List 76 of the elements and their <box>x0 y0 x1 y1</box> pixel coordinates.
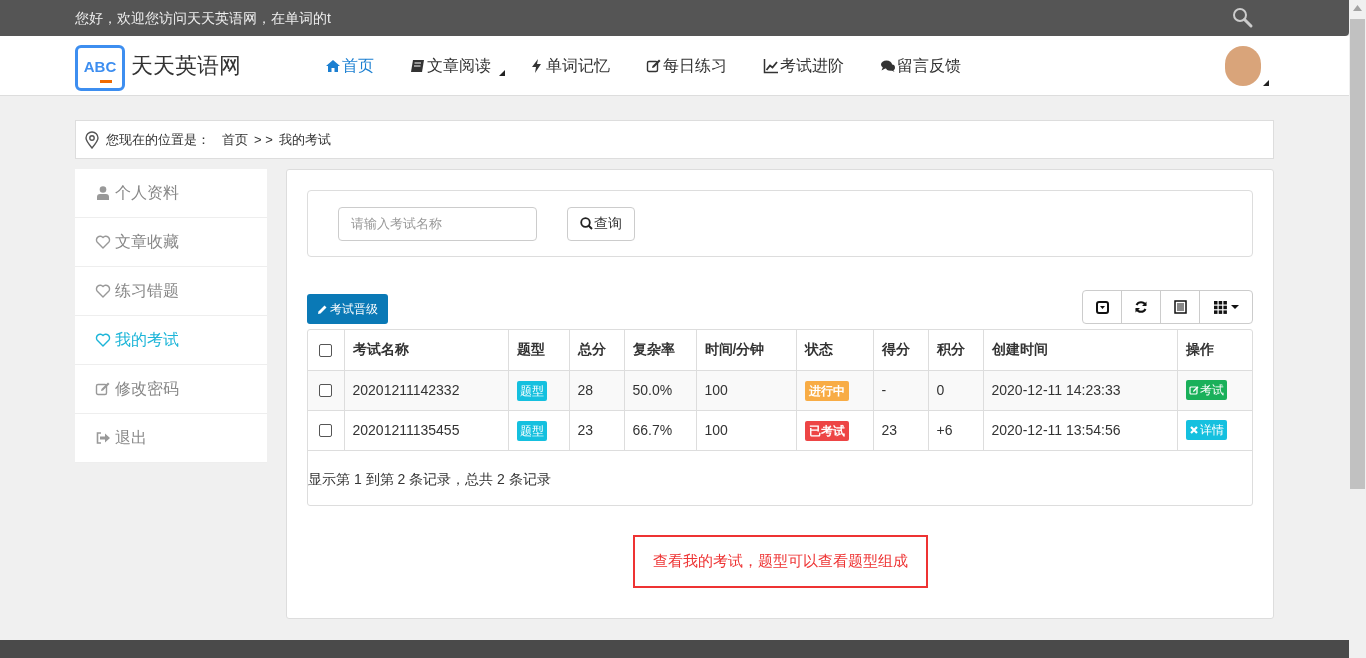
table-cell: 0 <box>928 370 983 410</box>
refresh-icon <box>1134 300 1148 314</box>
edit-icon <box>1188 384 1199 395</box>
column-header: 得分 <box>873 330 928 370</box>
heart-icon <box>95 283 111 299</box>
exam-button[interactable]: 考试 <box>1185 379 1227 400</box>
sidebar-item[interactable]: 个人资料 <box>75 169 267 218</box>
column-header: 时间/分钟 <box>696 330 796 370</box>
grid-icon <box>1213 300 1227 314</box>
location-pin-icon <box>84 130 100 149</box>
annotation-note: 查看我的考试，题型可以查看题型组成 <box>632 535 928 588</box>
column-header: 题型 <box>508 330 569 370</box>
caret-icon <box>1230 305 1239 309</box>
checkbox[interactable] <box>319 384 333 398</box>
logo-icon: ABC <box>75 44 125 91</box>
nav-link[interactable]: 留言反馈 <box>880 53 973 78</box>
table-cell: 20201211135455 <box>344 410 508 450</box>
close-icon <box>1188 424 1199 435</box>
table-cell: 66.7% <box>624 410 696 450</box>
status-badge: 已考试 <box>804 420 849 441</box>
nav-link[interactable]: 考试进阶 <box>763 53 856 78</box>
table-cell: 2020-12-11 14:23:33 <box>983 370 1177 410</box>
column-header: 积分 <box>928 330 983 370</box>
table-cell: 28 <box>569 370 624 410</box>
square-caret-icon <box>1095 300 1109 314</box>
table-cell: 2020-12-11 13:54:56 <box>983 410 1177 450</box>
upgrade-button[interactable]: 考试晋级 <box>307 294 388 324</box>
column-header: 状态 <box>796 330 873 370</box>
sidebar-item[interactable]: 我的考试 <box>75 316 267 365</box>
user-icon <box>95 185 111 201</box>
home-icon <box>325 57 341 74</box>
book-icon <box>410 57 426 74</box>
checkbox[interactable] <box>319 424 333 438</box>
line-chart-icon <box>763 57 779 74</box>
breadcrumb-label: 您现在的位置是： <box>106 130 210 149</box>
column-header: 复杂率 <box>624 330 696 370</box>
sign-out-icon <box>95 430 111 446</box>
welcome-text: 您好，欢迎您访问天天英语网，在单词的t <box>75 8 331 28</box>
caret-icon[interactable] <box>1263 79 1269 86</box>
edit-icon <box>95 381 111 397</box>
sidebar-item[interactable]: 退出 <box>75 414 267 463</box>
column-header: 考试名称 <box>344 330 508 370</box>
pencil-icon <box>317 303 328 315</box>
table-cell: 23 <box>569 410 624 450</box>
column-header: 创建时间 <box>983 330 1177 370</box>
heart-icon <box>95 234 111 250</box>
checkbox[interactable] <box>319 344 333 358</box>
search-button[interactable]: 查询 <box>567 206 635 241</box>
list-icon <box>1173 300 1187 314</box>
nav-link[interactable]: 首页 <box>325 53 386 78</box>
nav-link[interactable]: 单词记忆 <box>529 53 622 78</box>
table-cell: 50.0% <box>624 370 696 410</box>
search-field[interactable]: 请输入考试名称 <box>338 206 537 241</box>
breadcrumb-current: 我的考试 <box>278 130 331 149</box>
table-cell: - <box>873 370 928 410</box>
sidebar-item[interactable]: 文章收藏 <box>75 218 267 267</box>
heart-icon <box>95 332 111 348</box>
table-cell: +6 <box>928 410 983 450</box>
nav-link[interactable]: 每日练习 <box>646 53 739 78</box>
table-cell: 100 <box>696 410 796 450</box>
sidebar-item[interactable]: 修改密码 <box>75 365 267 414</box>
breadcrumb-link[interactable]: 首页 <box>222 129 248 150</box>
breadcrumb-separator: > > <box>254 130 273 149</box>
site-title[interactable]: 天天英语网 <box>131 49 241 82</box>
table-cell: 20201211142332 <box>344 370 508 410</box>
column-header: 总分 <box>569 330 624 370</box>
table-cell: 23 <box>873 410 928 450</box>
nav-link[interactable]: 文章阅读 <box>410 53 503 78</box>
search-icon <box>580 217 593 230</box>
table-cell: 100 <box>696 370 796 410</box>
status-badge: 进行中 <box>804 380 849 401</box>
search-icon[interactable] <box>1232 7 1254 29</box>
column-header: 操作 <box>1177 330 1252 370</box>
pagination-info: 显示第 1 到第 2 条记录，总共 2 条记录 <box>308 469 552 489</box>
edit-icon <box>646 57 662 74</box>
sidebar-item[interactable]: 练习错题 <box>75 267 267 316</box>
